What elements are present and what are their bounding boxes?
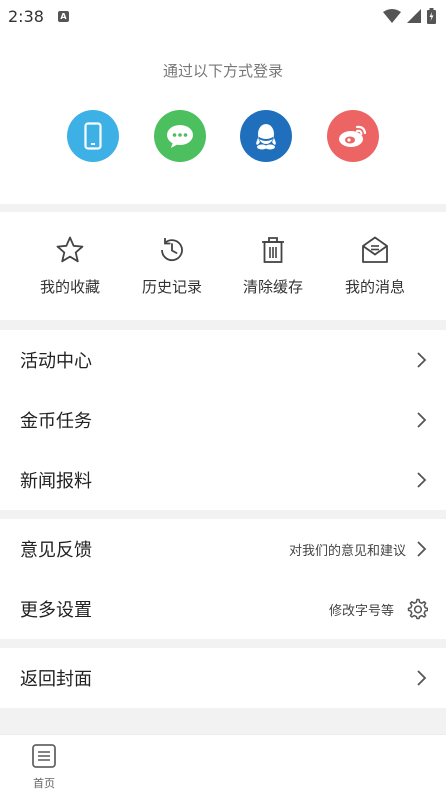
qq-icon [256, 124, 276, 150]
menu-group-cover: 返回封面 [0, 648, 446, 708]
section-divider [0, 639, 446, 648]
wifi-icon [383, 9, 401, 23]
battery-icon [427, 8, 436, 24]
home-tab[interactable]: 首页 [22, 743, 66, 791]
menu-group-activities: 活动中心 金币任务 新闻报料 [0, 330, 446, 510]
quick-actions: 我的收藏 历史记录 清除缓存 我的消息 [0, 212, 446, 320]
menu-group-settings: 意见反馈 对我们的意见和建议 更多设置 修改字号等 [0, 519, 446, 639]
messages-label: 我的消息 [344, 278, 405, 296]
qq-login-button[interactable] [240, 110, 292, 162]
home-list-icon [32, 744, 56, 768]
app-notification-icon: A [57, 10, 69, 22]
back-to-cover-row[interactable]: 返回封面 [0, 648, 446, 708]
chevron-right-icon [417, 412, 427, 428]
login-title: 通过以下方式登录 [162, 62, 283, 80]
menu-hint: 对我们的意见和建议 [288, 543, 406, 559]
section-divider [0, 510, 446, 519]
section-divider [0, 204, 446, 212]
clear-cache-button[interactable]: 清除缓存 [223, 234, 323, 297]
feedback-row[interactable]: 意见反馈 对我们的意见和建议 [0, 519, 446, 579]
status-bar: 2:38 A [0, 0, 446, 32]
bottom-spacer [0, 708, 446, 734]
envelope-icon [362, 236, 388, 263]
menu-label: 新闻报料 [20, 471, 92, 492]
trash-icon [262, 237, 284, 263]
history-label: 历史记录 [141, 278, 202, 296]
wechat-icon [167, 125, 193, 148]
favorites-button[interactable]: 我的收藏 [20, 234, 120, 297]
messages-button[interactable]: 我的消息 [325, 234, 425, 297]
menu-hint: 修改字号等 [328, 603, 394, 619]
status-time: 2:38 [8, 6, 44, 26]
history-button[interactable]: 历史记录 [122, 234, 222, 297]
login-section: 通过以下方式登录 [0, 32, 446, 204]
phone-login-button[interactable] [67, 110, 119, 162]
news-tip-row[interactable]: 新闻报料 [0, 450, 446, 510]
chevron-right-icon [417, 541, 427, 557]
wechat-login-button[interactable] [154, 110, 206, 162]
chevron-right-icon [417, 472, 427, 488]
section-divider [0, 320, 446, 330]
gear-icon [407, 598, 428, 620]
clear-cache-label: 清除缓存 [242, 278, 303, 296]
menu-label: 活动中心 [20, 351, 92, 372]
coin-tasks-row[interactable]: 金币任务 [0, 390, 446, 450]
phone-icon [84, 122, 102, 150]
menu-label: 返回封面 [20, 669, 92, 690]
bottom-nav: 首页 [0, 734, 446, 795]
menu-label: 更多设置 [20, 600, 92, 621]
menu-label: 意见反馈 [20, 540, 92, 561]
more-settings-row[interactable]: 更多设置 修改字号等 [0, 579, 446, 639]
activity-center-row[interactable]: 活动中心 [0, 330, 446, 390]
chevron-right-icon [417, 352, 427, 368]
chevron-right-icon [417, 670, 427, 686]
weibo-login-button[interactable] [327, 110, 379, 162]
signal-icon [407, 9, 421, 23]
home-tab-label: 首页 [33, 777, 55, 790]
weibo-icon [339, 125, 367, 147]
star-icon [56, 236, 84, 263]
favorites-label: 我的收藏 [39, 278, 100, 296]
history-icon [161, 238, 183, 262]
menu-label: 金币任务 [20, 411, 92, 432]
